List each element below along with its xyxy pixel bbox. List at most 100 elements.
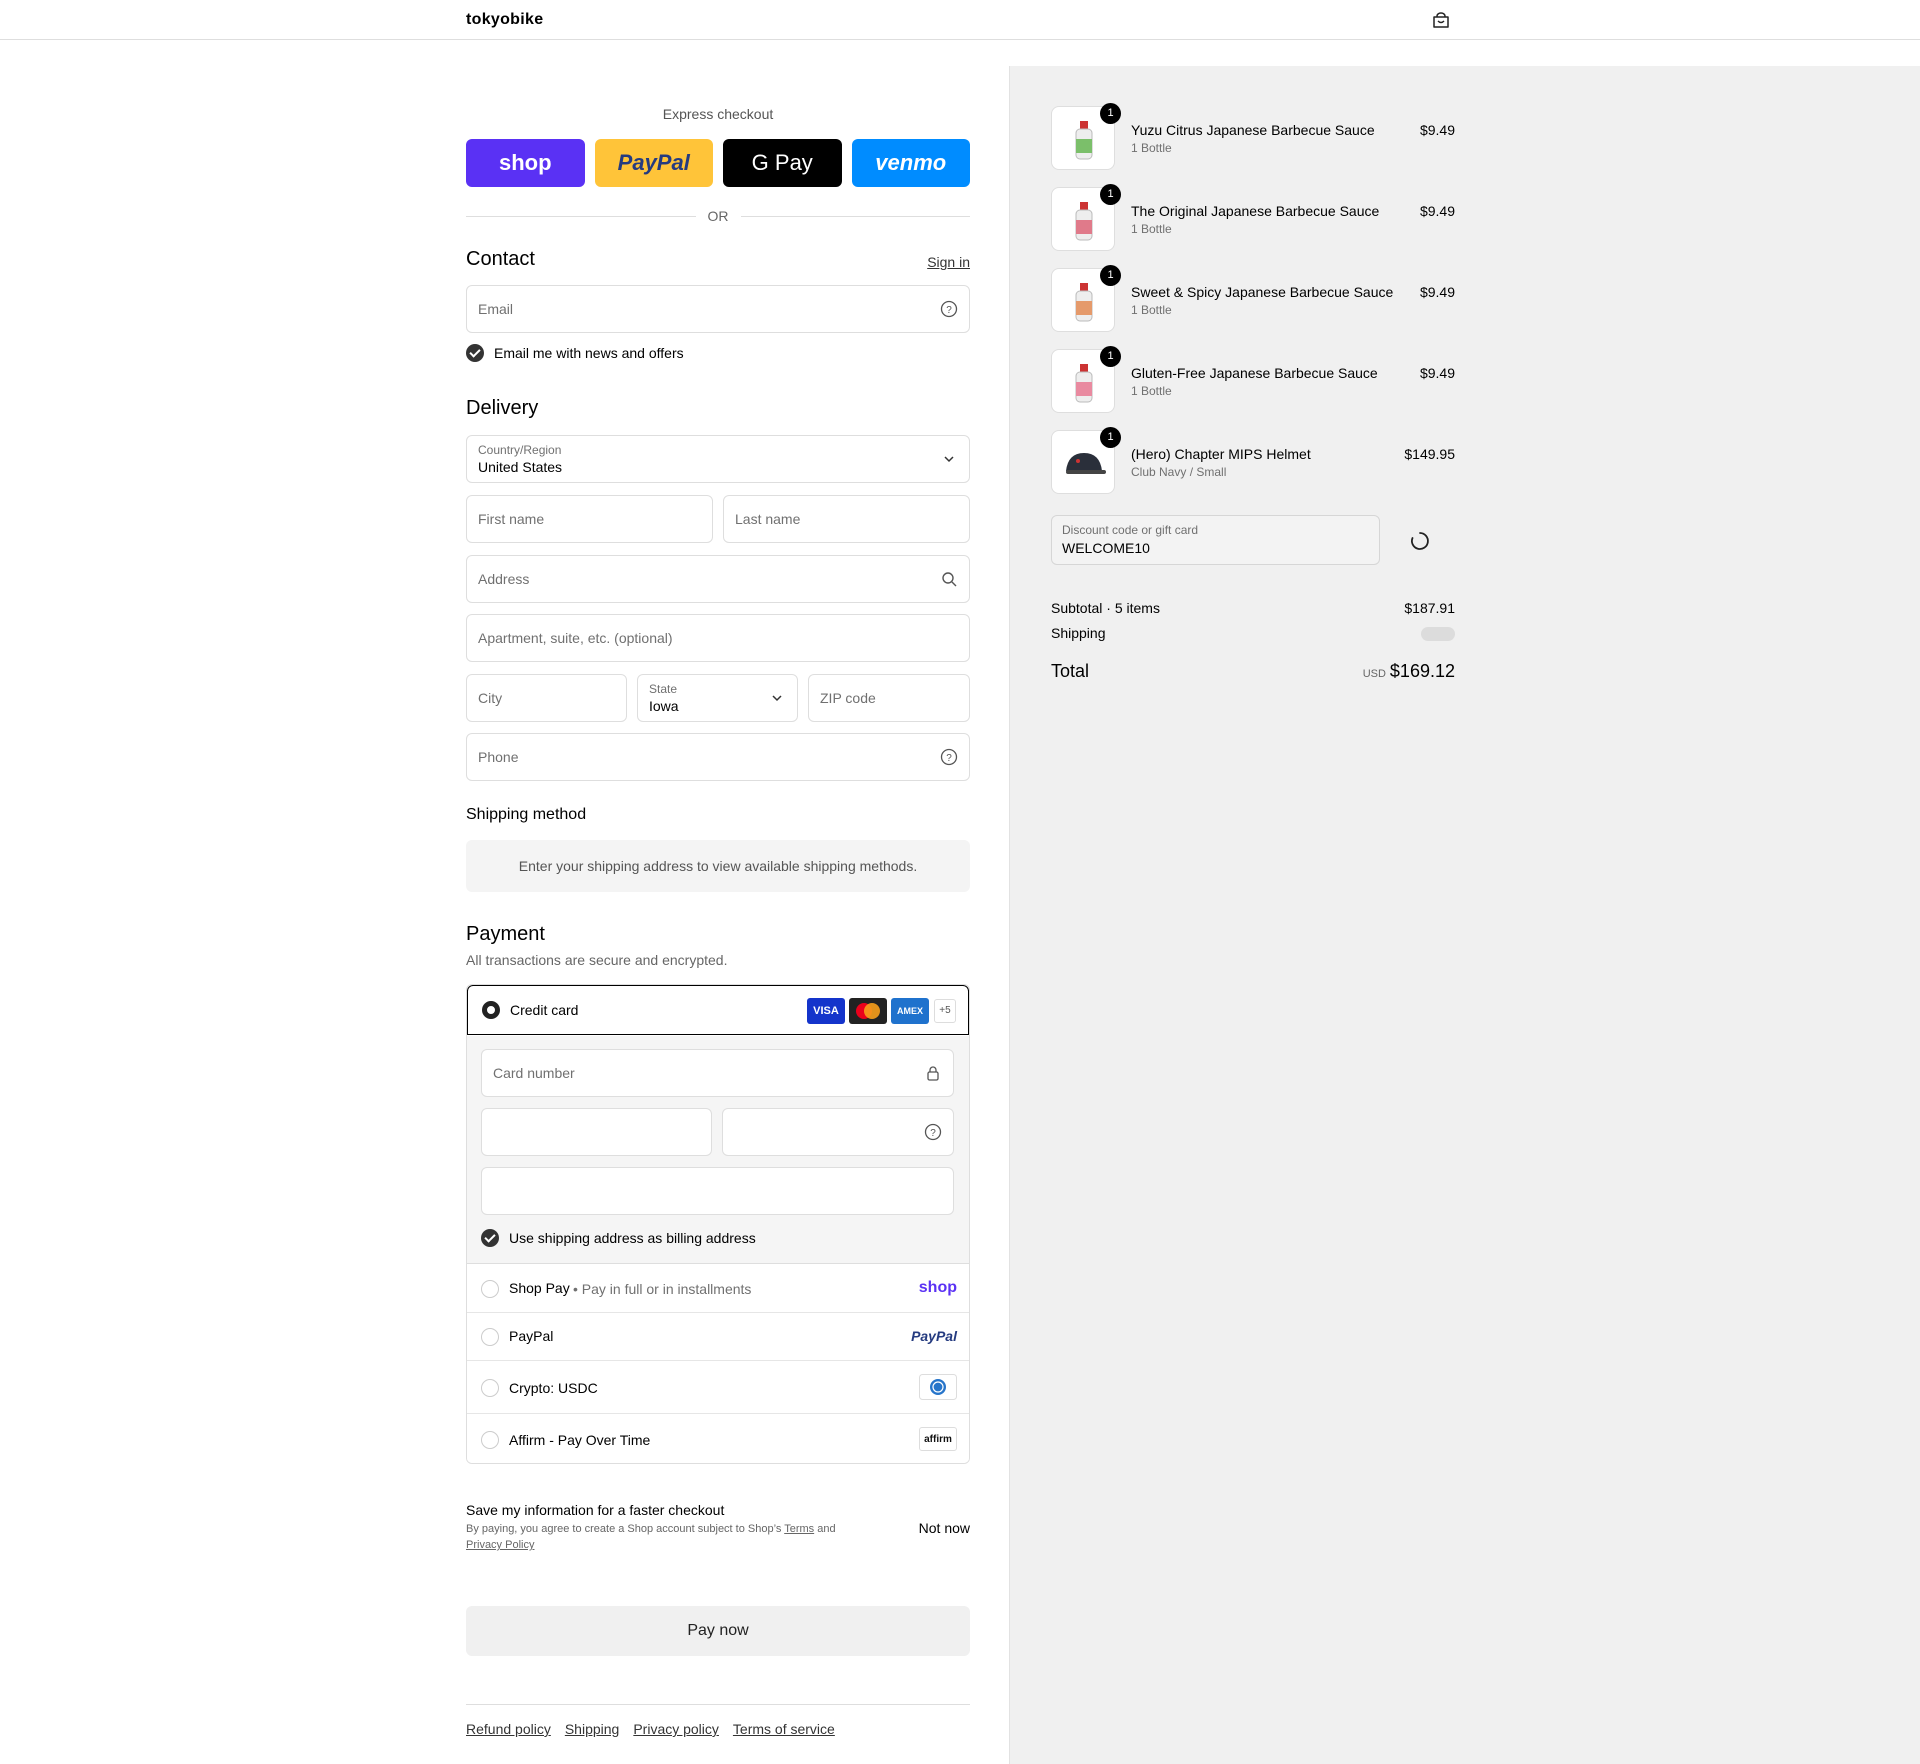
first-name-input[interactable]: First name <box>466 495 713 543</box>
currency-code: USD <box>1362 668 1386 680</box>
paypal-express-button[interactable]: PayPal <box>594 139 713 187</box>
contact-heading: Contact <box>466 248 535 270</box>
payment-subheading: All transactions are secure and encrypte… <box>466 952 728 968</box>
city-input[interactable]: City <box>466 674 627 722</box>
crypto-label: Crypto: USDC <box>509 1380 598 1396</box>
phone-input[interactable]: Phone ? <box>466 733 970 781</box>
subtotal-row: Subtotal · 5 items $187.91 <box>1051 600 1455 616</box>
security-code-input[interactable]: ? <box>722 1108 954 1156</box>
help-icon[interactable]: ? <box>940 300 958 318</box>
credit-card-label: Credit card <box>510 1002 579 1018</box>
billing-same-label: Use shipping address as billing address <box>509 1230 756 1246</box>
or-divider: OR <box>466 206 970 226</box>
not-now-button[interactable]: Not now <box>919 1520 970 1536</box>
google-pay-express-button[interactable]: G Pay <box>723 139 842 187</box>
shopping-bag-icon[interactable] <box>1431 11 1451 29</box>
paypal-logo: PayPal <box>911 1328 957 1344</box>
product-thumbnail: 1 <box>1051 346 1121 413</box>
shop-pay-label: Shop Pay <box>509 1280 570 1296</box>
refund-policy-link[interactable]: Refund policy <box>466 1721 551 1737</box>
express-checkout-title: Express checkout <box>662 106 774 122</box>
quantity-badge: 1 <box>1100 265 1121 286</box>
venmo-express-button[interactable]: venmo <box>851 139 970 187</box>
shop-pay-option[interactable]: Shop Pay • Pay in full or in installment… <box>467 1265 969 1313</box>
news-offers-label: Email me with news and offers <box>494 345 684 361</box>
save-info-title: Save my information for a faster checkou… <box>466 1502 725 1518</box>
lock-icon <box>927 1066 939 1081</box>
news-offers-checkbox[interactable] <box>466 344 484 362</box>
shipping-policy-link[interactable]: Shipping <box>565 1721 620 1737</box>
header: tokyobike <box>0 0 1920 40</box>
quantity-badge: 1 <box>1100 427 1121 448</box>
pay-now-button[interactable]: Pay now <box>466 1606 970 1656</box>
svg-text:?: ? <box>946 305 952 316</box>
item-name: Sweet & Spicy Japanese Barbecue Sauce <box>1131 284 1394 300</box>
subtotal-label: Subtotal · 5 items <box>1051 600 1160 616</box>
item-price: $9.49 <box>1419 365 1455 381</box>
zip-input[interactable]: ZIP code <box>808 674 970 722</box>
shop-terms-link[interactable]: Terms <box>784 1523 814 1535</box>
brand-logo[interactable]: tokyobike <box>466 11 543 29</box>
email-input[interactable]: Email ? <box>466 285 970 333</box>
delivery-heading: Delivery <box>466 397 539 419</box>
apartment-input[interactable]: Apartment, suite, etc. (optional) <box>466 614 970 662</box>
affirm-option[interactable]: Affirm - Pay Over Time affirm <box>467 1414 969 1463</box>
credit-card-form: Card number ? Use shipping address as bi… <box>467 1036 969 1264</box>
item-price: $9.49 <box>1419 122 1455 138</box>
card-number-input[interactable]: Card number <box>481 1049 954 1097</box>
discount-code-input[interactable]: Discount code or gift card WELCOME10 <box>1051 515 1380 565</box>
item-variant: 1 Bottle <box>1131 222 1172 236</box>
total-value: $169.12 <box>1389 661 1455 681</box>
mastercard-icon <box>849 998 887 1024</box>
payment-methods: Credit card VISA AMEX +5 Card number ? U… <box>466 984 970 1464</box>
item-name: Gluten-Free Japanese Barbecue Sauce <box>1131 365 1378 381</box>
shop-pay-express-button[interactable]: shop <box>466 139 585 187</box>
usdc-icon <box>919 1374 957 1400</box>
visa-icon: VISA <box>807 998 845 1024</box>
more-cards-badge: +5 <box>934 999 956 1023</box>
shipping-loading-placeholder <box>1421 627 1455 641</box>
help-icon[interactable]: ? <box>924 1123 942 1141</box>
quantity-badge: 1 <box>1100 184 1121 205</box>
name-on-card-input[interactable] <box>481 1167 954 1215</box>
quantity-badge: 1 <box>1100 346 1121 367</box>
sign-in-link[interactable]: Sign in <box>927 254 970 270</box>
affirm-radio[interactable] <box>481 1431 499 1449</box>
terms-of-service-link[interactable]: Terms of service <box>733 1721 835 1737</box>
total-row: Total USD $169.12 <box>1051 661 1455 685</box>
item-price: $149.95 <box>1404 446 1455 462</box>
country-select[interactable]: Country/Region United States <box>466 435 970 483</box>
product-thumbnail: 1 <box>1051 427 1121 494</box>
credit-card-option[interactable]: Credit card VISA AMEX +5 <box>467 985 969 1035</box>
item-variant: 1 Bottle <box>1131 303 1172 317</box>
help-icon[interactable]: ? <box>940 748 958 766</box>
billing-same-checkbox[interactable] <box>481 1229 499 1247</box>
paypal-radio[interactable] <box>481 1328 499 1346</box>
save-info-terms: By paying, you agree to create a Shop ac… <box>466 1523 836 1551</box>
crypto-radio[interactable] <box>481 1379 499 1397</box>
cart-item: 1 Yuzu Citrus Japanese Barbecue Sauce 1 … <box>1051 103 1455 172</box>
product-thumbnail: 1 <box>1051 103 1121 170</box>
crypto-usdc-option[interactable]: Crypto: USDC <box>467 1362 969 1414</box>
quantity-badge: 1 <box>1100 103 1121 124</box>
state-select[interactable]: State Iowa <box>637 674 798 722</box>
paypal-option[interactable]: PayPal PayPal <box>467 1313 969 1361</box>
expiration-input[interactable] <box>481 1108 712 1156</box>
chevron-down-icon <box>944 456 954 463</box>
shipping-row: Shipping <box>1051 625 1455 641</box>
item-variant: Club Navy / Small <box>1131 465 1227 479</box>
last-name-input[interactable]: Last name <box>723 495 970 543</box>
loading-spinner-icon <box>1411 532 1429 550</box>
affirm-label: Affirm - Pay Over Time <box>509 1432 651 1448</box>
shop-privacy-link[interactable]: Privacy Policy <box>466 1539 534 1551</box>
svg-text:?: ? <box>946 753 952 764</box>
cart-item: 1 Sweet & Spicy Japanese Barbecue Sauce … <box>1051 265 1455 334</box>
paypal-label: PayPal <box>509 1328 554 1344</box>
address-input[interactable]: Address <box>466 555 970 603</box>
credit-card-radio[interactable] <box>482 1001 500 1019</box>
privacy-policy-link[interactable]: Privacy policy <box>633 1721 719 1737</box>
shop-pay-radio[interactable] <box>481 1280 499 1298</box>
subtotal-value: $187.91 <box>1404 600 1455 616</box>
shipping-method-note: Enter your shipping address to view avai… <box>466 840 970 892</box>
item-variant: 1 Bottle <box>1131 384 1172 398</box>
